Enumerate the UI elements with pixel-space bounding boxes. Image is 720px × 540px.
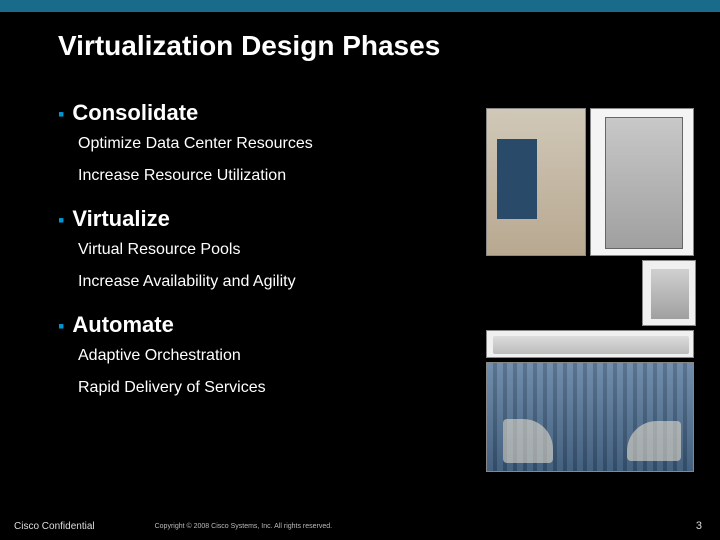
- server-module-image: [642, 260, 696, 326]
- datacenter-technician-image: [486, 108, 586, 256]
- bullet-icon: ▪: [58, 105, 64, 123]
- phase-sub: Optimize Data Center Resources: [78, 132, 458, 156]
- image-column: [486, 108, 696, 472]
- phase-title: Automate: [72, 312, 173, 338]
- phase-sub: Increase Availability and Agility: [78, 270, 458, 294]
- slide-title: Virtualization Design Phases: [0, 12, 720, 62]
- bullet-icon: ▪: [58, 211, 64, 229]
- content-area: ▪ Consolidate Optimize Data Center Resou…: [58, 100, 458, 418]
- phase-header: ▪ Automate: [58, 312, 458, 338]
- phase-block: ▪ Automate Adaptive Orchestration Rapid …: [58, 312, 458, 400]
- phase-title: Consolidate: [72, 100, 198, 126]
- hand-icon: [627, 421, 681, 461]
- phase-sub: Virtual Resource Pools: [78, 238, 458, 262]
- footer-copyright: Copyright © 2008 Cisco Systems, Inc. All…: [155, 523, 333, 530]
- image-row: [486, 260, 696, 326]
- phase-header: ▪ Consolidate: [58, 100, 458, 126]
- accent-bar: [0, 0, 720, 12]
- bullet-icon: ▪: [58, 317, 64, 335]
- phase-block: ▪ Virtualize Virtual Resource Pools Incr…: [58, 206, 458, 294]
- page-number: 3: [696, 520, 702, 532]
- footer-confidential: Cisco Confidential: [14, 521, 95, 532]
- phase-header: ▪ Virtualize: [58, 206, 458, 232]
- image-row: [486, 108, 696, 256]
- phase-sub: Increase Resource Utilization: [78, 164, 458, 188]
- network-chassis-image: [590, 108, 694, 256]
- rack-server-image: [486, 330, 694, 358]
- hands-collaboration-image: [486, 362, 694, 472]
- phase-title: Virtualize: [72, 206, 169, 232]
- footer: Cisco Confidential Copyright © 2008 Cisc…: [0, 512, 720, 540]
- phase-sub: Adaptive Orchestration: [78, 344, 458, 368]
- phase-sub: Rapid Delivery of Services: [78, 376, 458, 400]
- phase-block: ▪ Consolidate Optimize Data Center Resou…: [58, 100, 458, 188]
